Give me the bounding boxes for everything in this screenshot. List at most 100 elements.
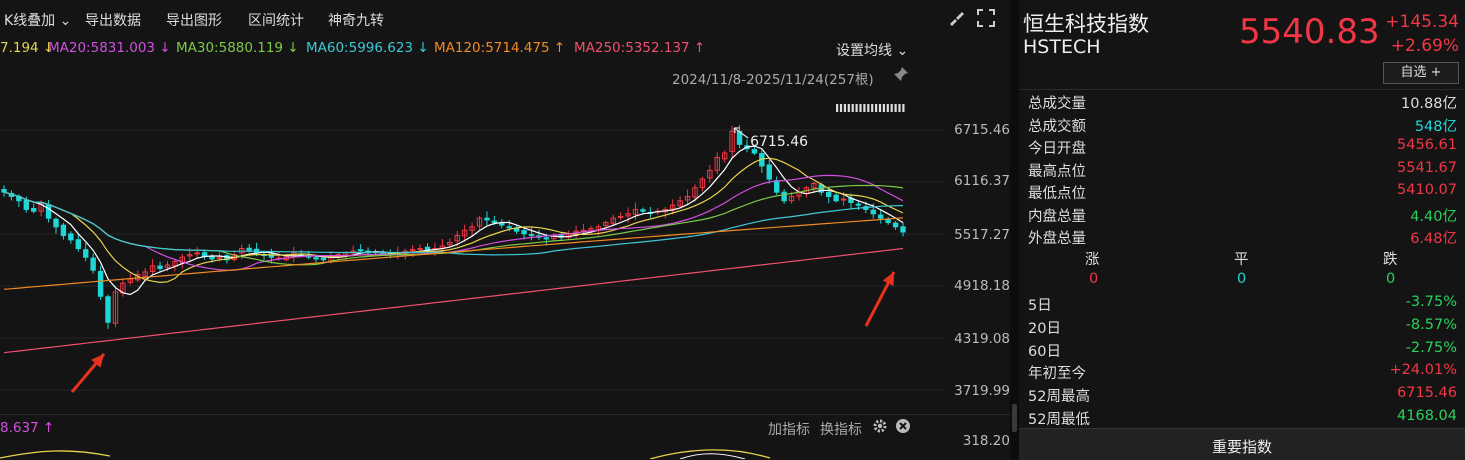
advance-count: 0 — [1089, 271, 1099, 287]
stat-value: 10.88亿 — [1400, 96, 1457, 112]
ma250-trend-arrow: ↑ — [693, 40, 706, 56]
candle-body — [75, 239, 81, 250]
performance-value: -8.57% — [1405, 316, 1457, 333]
performance-label: 52周最高 — [1028, 389, 1090, 406]
date-range-label: 2024/11/8-2025/11/24(257根) — [672, 72, 874, 88]
performance-value: -2.75% — [1405, 339, 1457, 356]
candle-body — [31, 207, 37, 212]
stat-label: 今日开盘 — [1028, 141, 1086, 157]
candle-body — [833, 194, 839, 202]
performance-label: 60日 — [1028, 343, 1061, 360]
performance-label: 52周最低 — [1028, 412, 1090, 428]
sub-indicator-bar: 8.637 ↑ 加指标 换指标 — [0, 414, 1010, 441]
sub-indicator-value: 8.637 ↑ — [0, 420, 54, 436]
performance-value: -3.75% — [1405, 294, 1457, 310]
set-ma-label: 设置均线 — [836, 43, 892, 59]
kline-overlay-menu[interactable]: K线叠加 ⌄ — [4, 10, 71, 30]
candle-body — [513, 227, 520, 232]
candle-body — [60, 224, 67, 236]
export-chart-button[interactable]: 导出图形 — [166, 10, 222, 30]
candle-body — [521, 230, 527, 235]
stat-value: 5541.67 — [1397, 159, 1457, 176]
scrollbar-thumb[interactable] — [1012, 404, 1017, 432]
stat-value: 5456.61 — [1397, 137, 1457, 153]
range-stats-button[interactable]: 区间统计 — [248, 10, 304, 30]
performance-value: 6715.46 — [1397, 385, 1457, 402]
pin-icon[interactable] — [893, 66, 909, 86]
index-change-pct: +2.69% — [1390, 36, 1459, 56]
decline-count: 0 — [1386, 271, 1396, 287]
ma10-legend-text: 7.194 — [0, 40, 39, 56]
ma60-trend-arrow: ↓ — [417, 40, 429, 56]
stat-label: 最低点位 — [1028, 186, 1086, 202]
ma60-legend: MA60:5996.623 ↓ — [306, 40, 429, 56]
candle-body — [97, 270, 104, 297]
stat-label: 最高点位 — [1028, 163, 1086, 180]
y-tick-label: 6715.46 — [954, 122, 1010, 138]
ma30-legend: MA30:5880.119 ↓ — [176, 40, 299, 56]
sub-axis-label: 318.20 — [962, 433, 1010, 449]
candle-body — [528, 233, 535, 236]
set-ma-button[interactable]: 设置均线 ⌄ — [836, 40, 908, 60]
stat-label: 内盘总量 — [1028, 208, 1086, 225]
settings-gear-icon[interactable] — [872, 418, 888, 438]
ma250-legend: MA250:5352.137 ↑ — [574, 40, 705, 56]
candle-body — [194, 252, 200, 255]
performance-label: 5日 — [1028, 298, 1052, 314]
magic-nine-button[interactable]: 神奇九转 — [328, 10, 384, 30]
candle-body — [201, 252, 208, 257]
ma10-legend: 7.194 ↓ — [0, 40, 54, 56]
candle-body — [320, 257, 327, 261]
candle-body — [855, 203, 862, 206]
candle-body — [751, 149, 758, 154]
ma250-legend-text: MA250:5352.137 — [574, 40, 690, 56]
stat-value: 5410.07 — [1397, 182, 1457, 198]
performance-label: 20日 — [1028, 320, 1061, 337]
candle-body — [892, 222, 899, 228]
signal-marker-cluster — [836, 104, 905, 112]
switch-indicator-button[interactable]: 换指标 — [820, 419, 862, 439]
quote-panel: 恒生科技指数 HSTECH 5540.83 +145.34 +2.69% 自选 … — [1019, 0, 1465, 460]
candle-body — [83, 249, 89, 258]
candle-body — [209, 256, 215, 260]
ma30-legend-text: MA30:5880.119 — [176, 40, 284, 56]
candlestick-plot[interactable]: 6715.46 — [0, 92, 945, 412]
add-watchlist-button[interactable]: 自选 + — [1383, 62, 1459, 84]
ma20-trend-arrow: ↓ — [159, 40, 171, 56]
candle-body — [506, 226, 512, 229]
y-tick-label: 3719.99 — [954, 383, 1010, 399]
unchanged-count: 0 — [1237, 271, 1247, 287]
index-change: +145.34 — [1385, 12, 1459, 32]
candle-body — [773, 180, 780, 193]
candle-body — [617, 215, 624, 218]
export-data-button[interactable]: 导出数据 — [85, 10, 141, 30]
pane-divider[interactable] — [1010, 0, 1019, 459]
chevron-down-icon: ⌄ — [892, 43, 909, 59]
add-indicator-button[interactable]: 加指标 — [768, 419, 810, 439]
candle-body — [543, 237, 550, 240]
ma120-trend-arrow: ↑ — [553, 40, 566, 56]
candle-body — [840, 198, 847, 201]
advance-header: 涨 — [1085, 252, 1100, 268]
close-icon[interactable] — [895, 418, 911, 438]
candle-body — [781, 191, 787, 202]
sub-indicator-lines — [0, 449, 771, 459]
candle-body — [640, 209, 646, 212]
index-price: 5540.83 — [1239, 12, 1380, 52]
candle-body — [53, 218, 59, 228]
ma30-trend-arrow: ↓ — [287, 40, 299, 56]
divider — [1019, 89, 1465, 90]
kline-chart-pane: K线叠加 ⌄ 导出数据 导出图形 区间统计 神奇九转 7.194 ↓ MA20:… — [0, 0, 1010, 459]
price-axis: 6715.46 6116.37 5517.27 4918.18 4319.08 … — [945, 0, 1010, 459]
candle-body — [870, 209, 876, 215]
candle-body — [68, 233, 74, 241]
index-code: HSTECH — [1023, 36, 1101, 58]
y-tick-label: 5517.27 — [954, 227, 1010, 243]
candle-body — [23, 199, 29, 210]
candle-body — [45, 204, 52, 219]
candle-body — [499, 223, 505, 226]
index-name: 恒生科技指数 — [1023, 12, 1149, 36]
stat-label: 外盘总量 — [1028, 231, 1086, 247]
candle-body — [900, 226, 906, 233]
important-indices-tab[interactable]: 重要指数 — [1019, 428, 1465, 460]
